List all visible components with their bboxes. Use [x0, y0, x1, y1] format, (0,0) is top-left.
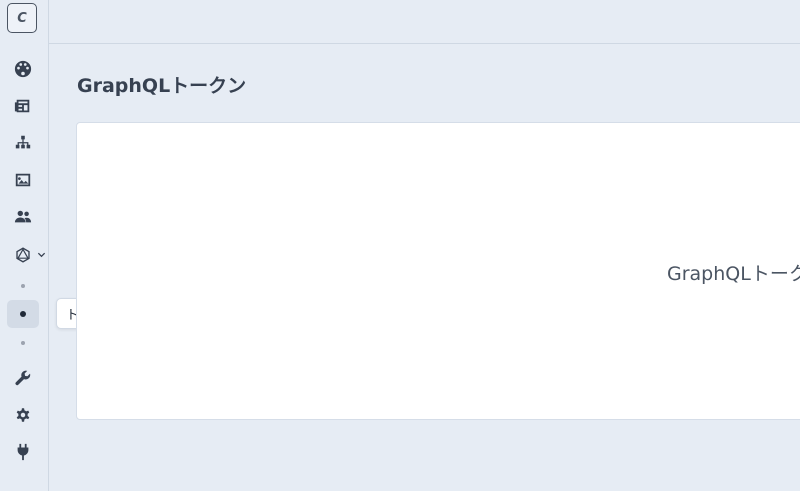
sidebar-item-structure[interactable] — [11, 131, 35, 155]
submenu-dot[interactable] — [21, 284, 25, 288]
palette-icon — [14, 60, 32, 78]
sitemap-icon — [15, 135, 31, 149]
sidebar-item-media[interactable] — [11, 168, 35, 192]
sidebar-item-tools[interactable] — [11, 366, 35, 390]
newspaper-icon — [14, 99, 30, 113]
sidebar-item-plugins[interactable] — [11, 440, 35, 464]
plug-icon — [17, 443, 29, 461]
users-icon — [14, 210, 32, 223]
sidebar-item-users[interactable] — [11, 205, 35, 229]
image-icon — [15, 173, 31, 187]
wrench-icon — [15, 370, 31, 386]
chevron-down-icon[interactable] — [37, 250, 46, 259]
sidebar-item-content[interactable] — [11, 94, 35, 118]
sidebar-item-graphql[interactable] — [11, 243, 35, 267]
content-card: GraphQLトークン — [76, 122, 800, 420]
graphql-icon — [16, 247, 30, 263]
sidebar: C — [0, 0, 49, 491]
submenu-dot[interactable] — [21, 341, 25, 345]
page-title: GraphQLトークン — [77, 75, 247, 97]
active-dot-icon — [20, 311, 26, 317]
app-logo[interactable]: C — [7, 3, 37, 33]
top-bar — [49, 0, 800, 44]
sidebar-item-dashboard[interactable] — [11, 57, 35, 81]
gear-icon — [16, 408, 30, 422]
card-heading: GraphQLトークン — [667, 263, 800, 285]
submenu-item-tokens[interactable] — [7, 300, 39, 328]
sidebar-item-settings[interactable] — [11, 403, 35, 427]
